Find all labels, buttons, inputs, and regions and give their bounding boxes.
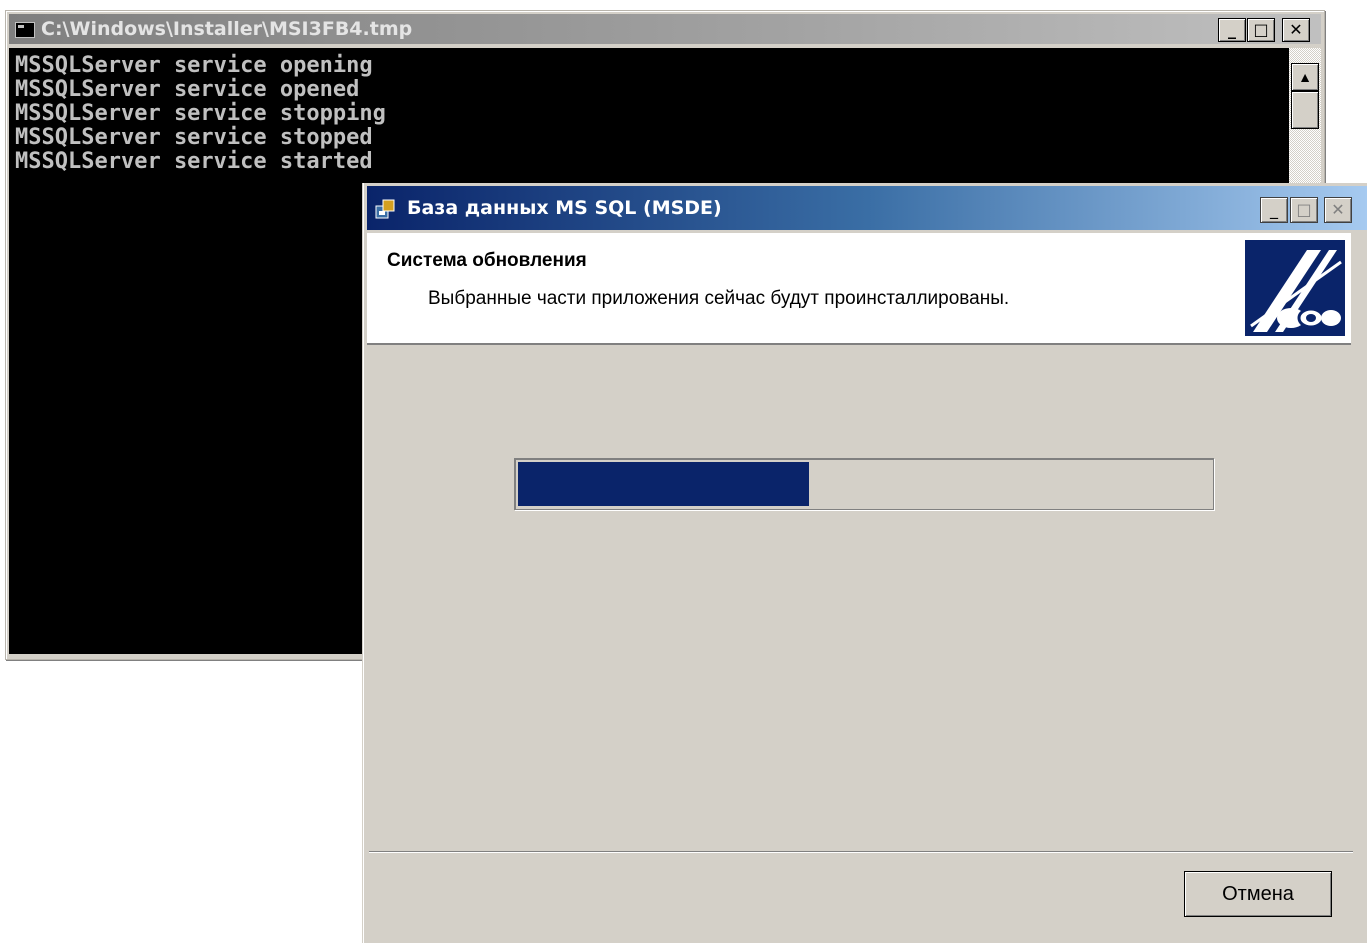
setup-logo-icon bbox=[1245, 240, 1345, 336]
console-title: C:\Windows\Installer\MSI3FB4.tmp bbox=[41, 18, 413, 40]
header-description: Выбранные части приложения сейчас будут … bbox=[428, 288, 1010, 309]
dialog-maximize-button: □ bbox=[1290, 197, 1318, 223]
dialog-close-button: ✕ bbox=[1324, 197, 1352, 223]
console-log-text: MSSQLServer service opening MSSQLServer … bbox=[15, 53, 386, 174]
header-title: Система обновления bbox=[387, 250, 587, 271]
progress-fill bbox=[518, 462, 809, 506]
console-minimize-button[interactable]: _ bbox=[1218, 18, 1246, 42]
scroll-up-arrow-icon[interactable]: ▲ bbox=[1291, 63, 1319, 91]
console-maximize-button[interactable]: □ bbox=[1247, 18, 1275, 42]
console-close-button[interactable]: ✕ bbox=[1282, 18, 1310, 42]
cancel-button[interactable]: Отмена bbox=[1184, 871, 1332, 917]
dialog-header-banner: Система обновления Выбранные части прило… bbox=[367, 233, 1351, 345]
install-progress-bar bbox=[514, 458, 1214, 510]
footer-divider bbox=[369, 851, 1353, 853]
console-app-icon bbox=[15, 22, 35, 38]
scroll-thumb[interactable] bbox=[1291, 91, 1319, 129]
console-titlebar[interactable]: C:\Windows\Installer\MSI3FB4.tmp _ □ ✕ bbox=[9, 14, 1321, 44]
dialog-minimize-button[interactable]: _ bbox=[1260, 197, 1288, 223]
installer-dialog: База данных MS SQL (MSDE) _ □ ✕ Система … bbox=[363, 183, 1367, 943]
dialog-title: База данных MS SQL (MSDE) bbox=[407, 197, 722, 219]
dialog-titlebar[interactable]: База данных MS SQL (MSDE) _ □ ✕ bbox=[367, 186, 1367, 230]
installer-app-icon bbox=[375, 199, 395, 219]
